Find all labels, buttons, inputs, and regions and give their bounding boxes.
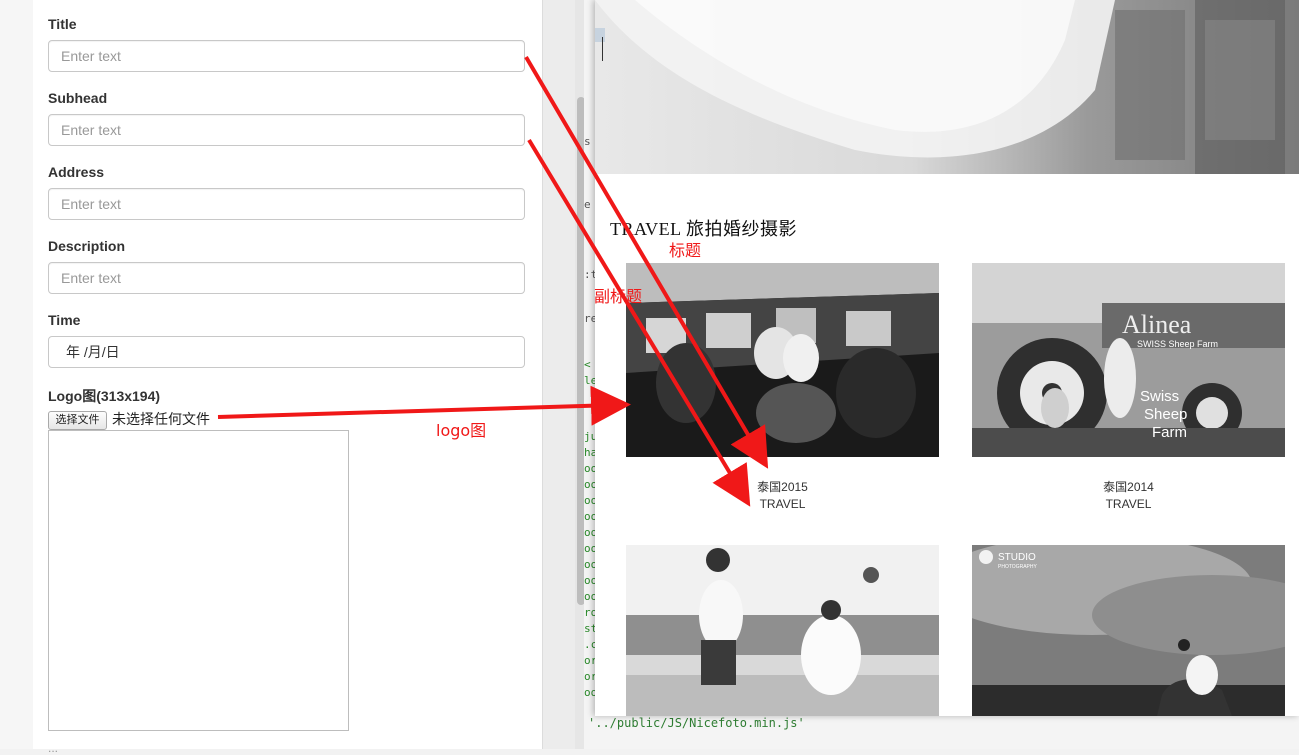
sign-line-3: Farm: [1152, 424, 1187, 441]
sign-banner: SWISS Sheep Farm: [1137, 339, 1218, 349]
form-panel: Title Subhead Address Description Time 年…: [33, 0, 543, 755]
title-label: Title: [48, 16, 77, 32]
subhead-label: Subhead: [48, 90, 108, 106]
file-status-text: 未选择任何文件: [112, 411, 210, 427]
sign-text: Alinea: [1122, 310, 1192, 339]
tractor-couple-photo[interactable]: Alinea SWISS Sheep Farm Swiss Sheep Farm: [972, 263, 1285, 457]
logo-annotation-label: logo图: [436, 421, 487, 440]
description-label: Description: [48, 238, 126, 254]
sign-line-1: Swiss: [1140, 388, 1179, 405]
logo-label: Logo图(313x194): [48, 388, 161, 404]
subhead-annotation-label: 副标题: [594, 287, 643, 306]
bus-couple-photo[interactable]: [626, 263, 939, 457]
title-input[interactable]: [48, 40, 525, 72]
preview-window: TRAVEL 旅拍婚纱摄影 泰国2015 TRAVEL Alinea SWISS…: [595, 0, 1299, 716]
beach-jump-photo[interactable]: [626, 545, 939, 716]
choose-file-button[interactable]: 选择文件: [48, 411, 107, 430]
studio-watermark: STUDIO: [998, 552, 1036, 563]
time-date-input[interactable]: 年 /月/日: [48, 336, 525, 368]
title-annotation-label: 标题: [669, 241, 702, 260]
left-gutter: [0, 0, 34, 749]
time-label: Time: [48, 312, 81, 328]
description-input[interactable]: [48, 262, 525, 294]
item-subhead: TRAVEL: [1105, 497, 1152, 511]
subhead-input[interactable]: [48, 114, 525, 146]
item-subhead: TRAVEL: [759, 497, 806, 511]
next-field-label-cut: ...: [48, 741, 59, 755]
code-script-line: '../public/JS/Nicefoto.min.js': [586, 715, 1299, 749]
sign-line-2: Sheep: [1144, 406, 1187, 423]
item-title: 泰国2015: [757, 480, 808, 494]
hero-image: [595, 0, 1299, 174]
address-input[interactable]: [48, 188, 525, 220]
studio-watermark-tag: PHOTOGRAPHY: [998, 564, 1037, 570]
logo-preview-box: [48, 430, 349, 731]
text-caret: [602, 37, 603, 61]
section-title: TRAVEL 旅拍婚纱摄影: [610, 219, 798, 239]
item-title: 泰国2014: [1103, 480, 1154, 494]
cliff-couple-photo[interactable]: STUDIO PHOTOGRAPHY: [972, 545, 1285, 716]
address-label: Address: [48, 164, 105, 180]
